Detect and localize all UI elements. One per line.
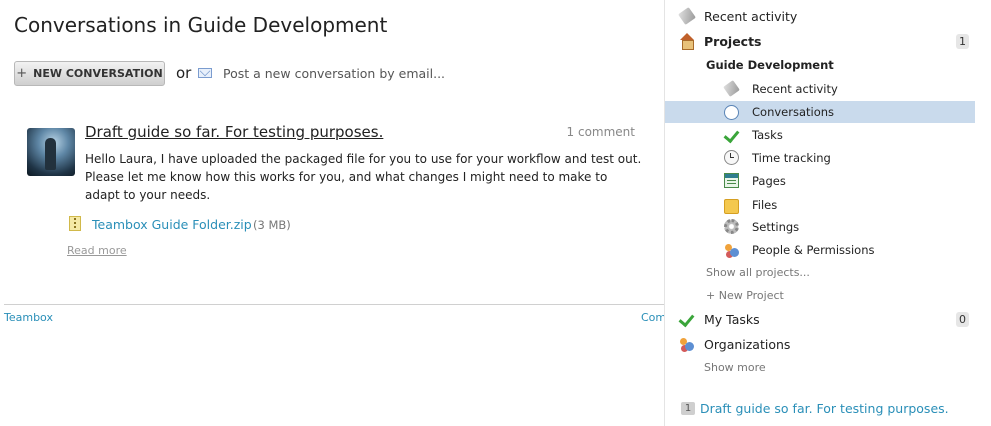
project-name: Guide Development	[706, 58, 834, 72]
sidebar-item-my-tasks[interactable]: My Tasks	[679, 311, 760, 327]
checkmark-icon	[679, 311, 695, 327]
sidebar-item-label: People & Permissions	[752, 242, 875, 257]
read-more-link[interactable]: Read more	[67, 244, 127, 257]
projects-count-badge: 1	[956, 34, 969, 49]
conversation-body: Hello Laura, I have uploaded the package…	[85, 152, 642, 202]
sidebar-item-organizations[interactable]: Organizations	[679, 336, 790, 352]
people-icon	[724, 242, 739, 257]
conversation-title-link[interactable]: Draft guide so far. For testing purposes…	[85, 123, 383, 141]
post-by-email-link[interactable]: Post a new conversation by email...	[223, 66, 445, 81]
folder-icon	[724, 199, 739, 214]
people-icon	[679, 336, 695, 352]
sidebar-item-label: Files	[752, 198, 778, 212]
envelope-icon	[198, 68, 212, 78]
footer-divider	[4, 304, 664, 305]
house-icon	[679, 33, 695, 50]
sidebar-item-label: Projects	[704, 33, 762, 49]
page-title: Conversations in Guide Development	[14, 13, 388, 37]
plus-icon: +	[16, 66, 28, 81]
tag-icon	[723, 80, 740, 97]
sidebar-item-label: Time tracking	[752, 150, 831, 165]
comment-count-link[interactable]: 1 comment	[567, 125, 635, 139]
sidebar-item-files[interactable]: Files	[724, 196, 777, 214]
sidebar-item-label: Settings	[752, 219, 800, 234]
sidebar-item-label: Pages	[752, 173, 786, 188]
sidebar-item-conversations[interactable]: Conversations	[724, 104, 834, 120]
sidebar-item-projects[interactable]: Projects	[679, 33, 762, 50]
sidebar-item-time-tracking[interactable]: Time tracking	[724, 150, 831, 165]
sidebar-item-label: My Tasks	[704, 311, 760, 327]
avatar[interactable]	[27, 128, 75, 176]
footer-teambox-link[interactable]: Teambox	[4, 311, 53, 324]
sidebar-item-pages[interactable]: Pages	[724, 173, 786, 188]
sidebar-item-label: Organizations	[704, 336, 791, 352]
speech-bubble-icon	[724, 105, 739, 120]
tag-icon	[678, 7, 696, 25]
pages-icon	[724, 173, 739, 188]
page: Conversations in Guide Development + NEW…	[0, 0, 991, 426]
show-more-link[interactable]: Show more	[704, 361, 766, 374]
checkmark-icon	[724, 127, 739, 142]
new-project-link[interactable]: + New Project	[706, 289, 784, 302]
pinned-conversation-link[interactable]: 1 Draft guide so far. For testing purpos…	[681, 401, 949, 416]
sidebar-item-label: Recent activity	[752, 81, 838, 96]
sidebar-item-label: Recent activity	[704, 8, 798, 24]
attachment-size: (3 MB)	[253, 218, 291, 232]
sidebar-item-label: Tasks	[752, 127, 783, 142]
comment-count-badge: 1	[681, 402, 695, 415]
pinned-conversation-label: Draft guide so far. For testing purposes…	[700, 401, 949, 416]
new-conversation-label: NEW CONVERSATION	[33, 67, 163, 80]
gear-icon	[724, 219, 739, 234]
sidebar-project-guide-development[interactable]: Guide Development	[706, 58, 834, 72]
my-tasks-count-badge: 0	[956, 312, 969, 327]
footer-right-link[interactable]: Com	[641, 311, 664, 324]
sidebar-item-project-recent-activity[interactable]: Recent activity	[723, 80, 838, 97]
clock-icon	[724, 150, 739, 165]
or-text: or	[176, 64, 192, 82]
attachment-link[interactable]: Teambox Guide Folder.zip	[92, 217, 252, 232]
main-content: Conversations in Guide Development + NEW…	[0, 0, 664, 426]
sidebar-item-label: Conversations	[752, 105, 835, 119]
sidebar-item-settings[interactable]: Settings	[724, 219, 799, 234]
new-conversation-button[interactable]: + NEW CONVERSATION	[14, 61, 165, 86]
show-all-projects-link[interactable]: Show all projects...	[706, 266, 810, 279]
sidebar-item-recent-activity[interactable]: Recent activity	[678, 7, 798, 25]
sidebar: Recent activity Projects 1 Guide Develop…	[664, 0, 991, 426]
sidebar-item-people-permissions[interactable]: People & Permissions	[724, 242, 875, 257]
sidebar-item-tasks[interactable]: Tasks	[724, 127, 783, 142]
zip-file-icon	[69, 216, 81, 231]
